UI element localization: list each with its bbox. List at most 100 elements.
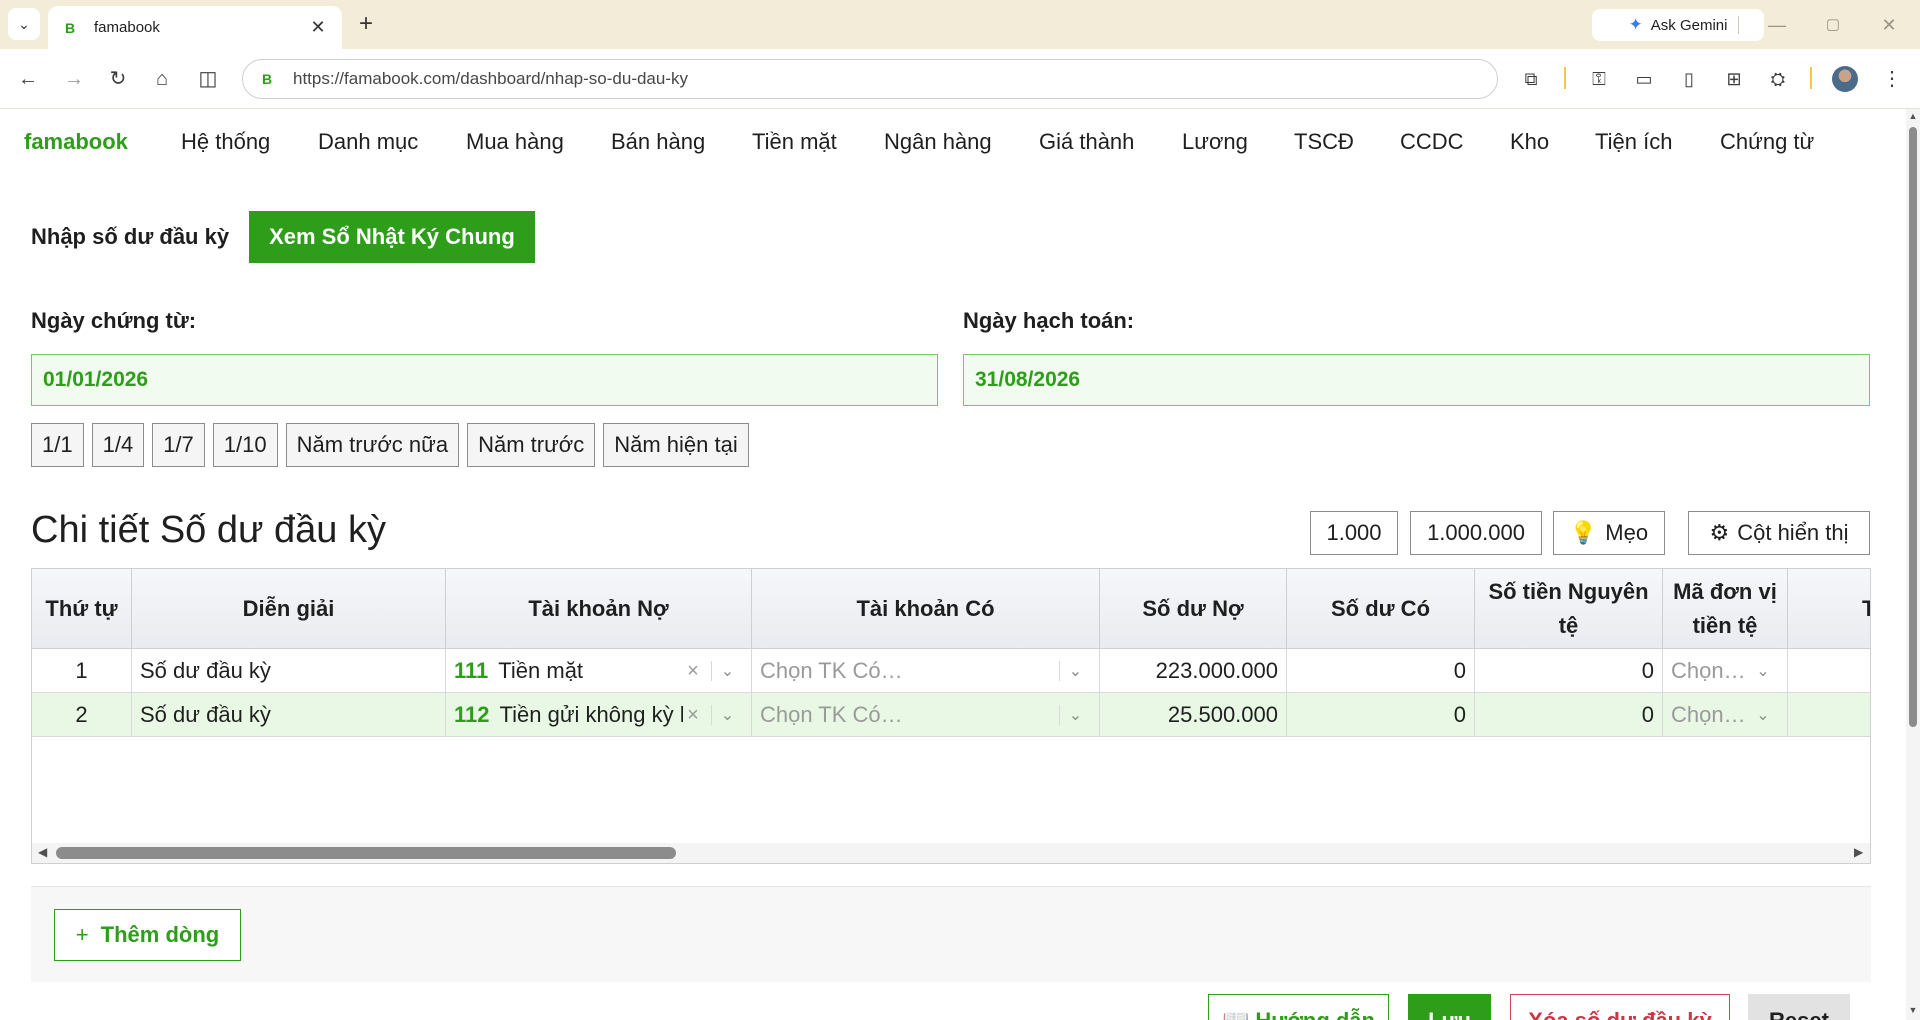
grid-horizontal-scrollbar[interactable]: ◀ ▶ [32, 843, 1870, 863]
cell-debit-balance[interactable]: 25.500.000 [1100, 693, 1287, 737]
menu-ccdc[interactable]: CCDC [1400, 129, 1464, 155]
payment-card-icon[interactable]: ▭ [1630, 65, 1658, 93]
cell-debit-account-select[interactable]: 112 Tiền gửi không kỳ hạn × ⌄ [446, 693, 752, 737]
grid-scroll-thumb[interactable] [56, 847, 676, 859]
menu-luong[interactable]: Lương [1182, 129, 1248, 155]
cell-order: 1 [32, 649, 132, 693]
col-header-credit-account[interactable]: Tài khoản Có [752, 569, 1100, 649]
menu-he-thong[interactable]: Hệ thống [181, 129, 270, 155]
menu-danh-muc[interactable]: Danh mục [318, 129, 418, 155]
cell-debit-account-select[interactable]: 111 Tiền mặt × ⌄ [446, 649, 752, 693]
menu-chung-tu[interactable]: Chứng từ [1720, 129, 1814, 155]
page-vertical-scrollbar[interactable]: ▲ ▼ [1906, 109, 1920, 1020]
cell-debit-balance[interactable]: 223.000.000 [1100, 649, 1287, 693]
delete-opening-balance-button[interactable]: Xóa số dư đầu kỳ [1510, 994, 1730, 1020]
table-view-icon[interactable]: ⊞ [1720, 65, 1748, 93]
quick-date-year-before-last[interactable]: Năm trước nữa [285, 423, 460, 467]
cell-credit-balance[interactable]: 0 [1287, 693, 1475, 737]
quick-date-1-1[interactable]: 1/1 [31, 423, 84, 467]
column-settings-button[interactable]: ⚙ Cột hiển thị [1688, 511, 1870, 555]
quick-date-last-year[interactable]: Năm trước [467, 423, 596, 467]
page-scroll-thumb[interactable] [1909, 127, 1917, 727]
close-window-button[interactable]: ✕ [1874, 12, 1904, 38]
col-header-credit-balance[interactable]: Số dư Có [1287, 569, 1475, 649]
cell-credit-account-select[interactable]: Chọn TK Có… ⌄ [752, 693, 1100, 737]
format-million-button[interactable]: 1.000.000 [1410, 511, 1542, 555]
clear-x-icon[interactable]: × [683, 704, 703, 727]
quick-date-current-year[interactable]: Năm hiện tại [603, 423, 749, 467]
site-info-icon[interactable]: B [257, 69, 277, 89]
cell-credit-account-select[interactable]: Chọn TK Có… ⌄ [752, 649, 1100, 693]
cell-fx-amount[interactable]: 0 [1475, 649, 1663, 693]
format-thousand-button[interactable]: 1.000 [1310, 511, 1398, 555]
browser-menu-kebab-icon[interactable]: ⋮ [1880, 65, 1904, 93]
chevron-down-icon[interactable]: ⌄ [711, 661, 743, 681]
posting-date-input[interactable]: 31/08/2026 [963, 354, 1870, 406]
add-row-button[interactable]: + Thêm dòng [54, 909, 241, 961]
profile-avatar[interactable] [1832, 66, 1858, 92]
reading-mode-icon[interactable]: ▯ [1675, 65, 1703, 93]
menu-tscd[interactable]: TSCĐ [1294, 129, 1354, 155]
doc-date-input[interactable]: 01/01/2026 [31, 354, 938, 406]
cell-description[interactable]: Số dư đầu kỳ [132, 693, 446, 737]
guide-button[interactable]: 📖 Hướng dẫn [1208, 994, 1389, 1020]
brand-logo[interactable]: famabook [24, 129, 128, 155]
menu-ban-hang[interactable]: Bán hàng [611, 129, 705, 155]
view-general-journal-button[interactable]: Xem Sổ Nhật Ký Chung [249, 211, 535, 263]
cell-currency-select[interactable]: Chọn… ⌄ [1663, 693, 1788, 737]
col-header-description[interactable]: Diễn giải [132, 569, 446, 649]
grid-header: Thứ tự Diễn giải Tài khoản Nợ Tài khoản … [32, 569, 1870, 649]
app-top-nav: famabook Hệ thống Danh mục Mua hàng Bán … [0, 109, 1906, 177]
scroll-right-arrow-icon[interactable]: ▶ [1854, 845, 1863, 859]
new-tab-plus-icon[interactable]: + [354, 10, 378, 38]
url-text[interactable]: https://famabook.com/dashboard/nhap-so-d… [293, 69, 688, 89]
reload-icon[interactable]: ↻ [104, 65, 132, 93]
col-header-currency[interactable]: Mã đơn vị tiền tệ [1663, 569, 1788, 649]
col-header-debit-balance[interactable]: Số dư Nợ [1100, 569, 1287, 649]
col-header-rate[interactable]: Tỷ [1788, 569, 1870, 649]
menu-ngan-hang[interactable]: Ngân hàng [884, 129, 992, 155]
back-arrow-icon[interactable]: ← [14, 65, 42, 93]
cell-description[interactable]: Số dư đầu kỳ [132, 649, 446, 693]
cell-rate[interactable] [1788, 693, 1870, 737]
col-header-debit-account[interactable]: Tài khoản Nợ [446, 569, 752, 649]
menu-kho[interactable]: Kho [1510, 129, 1549, 155]
password-key-icon[interactable]: ⚿ [1585, 65, 1613, 93]
menu-mua-hang[interactable]: Mua hàng [466, 129, 564, 155]
cell-rate[interactable] [1788, 649, 1870, 693]
chevron-down-icon[interactable]: ⌄ [1747, 705, 1779, 725]
address-bar[interactable]: B https://famabook.com/dashboard/nhap-so… [242, 59, 1498, 99]
cell-currency-select[interactable]: Chọn… ⌄ [1663, 649, 1788, 693]
quick-date-1-10[interactable]: 1/10 [212, 423, 278, 467]
col-header-fx-amount[interactable]: Số tiền Nguyên tệ [1475, 569, 1663, 649]
chevron-down-icon[interactable]: ⌄ [1059, 661, 1091, 681]
incognito-icon[interactable]: ⛭ [1764, 65, 1792, 93]
chevron-down-icon[interactable]: ⌄ [711, 705, 743, 725]
clear-x-icon[interactable]: × [683, 660, 703, 683]
browser-tab[interactable]: B famabook ✕ [48, 6, 342, 49]
chevron-down-icon[interactable]: ⌄ [1747, 661, 1779, 681]
chevron-down-icon[interactable]: ⌄ [1059, 705, 1091, 725]
menu-tien-mat[interactable]: Tiền mặt [752, 129, 837, 155]
forward-arrow-icon[interactable]: → [60, 65, 88, 93]
tab-list-chevron-icon[interactable]: ⌄ [8, 8, 40, 40]
cell-credit-balance[interactable]: 0 [1287, 649, 1475, 693]
save-button[interactable]: Lưu [1408, 994, 1491, 1020]
extensions-puzzle-icon[interactable]: ⧉ [1517, 65, 1545, 93]
scroll-up-arrow-icon[interactable]: ▲ [1906, 111, 1920, 121]
maximize-window-button[interactable]: ▢ [1818, 12, 1848, 38]
quick-date-1-7[interactable]: 1/7 [152, 423, 205, 467]
tips-button[interactable]: 💡 Mẹo [1553, 511, 1665, 555]
quick-date-1-4[interactable]: 1/4 [91, 423, 145, 467]
minimize-window-button[interactable]: — [1762, 12, 1792, 38]
reset-button[interactable]: Reset [1748, 994, 1850, 1020]
scroll-left-arrow-icon[interactable]: ◀ [38, 845, 47, 859]
scroll-down-arrow-icon[interactable]: ▼ [1906, 1005, 1920, 1015]
menu-tien-ich[interactable]: Tiện ích [1595, 129, 1672, 155]
menu-gia-thanh[interactable]: Giá thành [1039, 129, 1134, 155]
cell-fx-amount[interactable]: 0 [1475, 693, 1663, 737]
home-icon[interactable]: ⌂ [148, 65, 176, 93]
col-header-order[interactable]: Thứ tự [32, 569, 132, 649]
split-view-icon[interactable]: ◫ [194, 65, 222, 93]
tab-close-icon[interactable]: ✕ [308, 17, 328, 38]
